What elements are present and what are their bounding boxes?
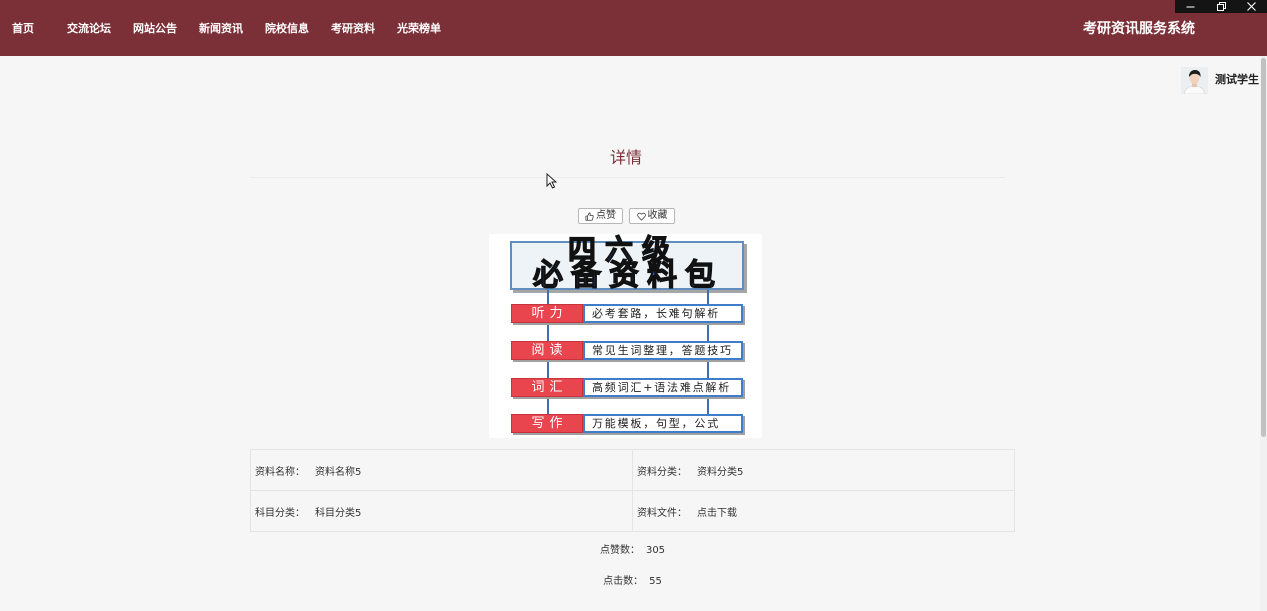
info-label: 资料名称： <box>255 466 305 478</box>
favorite-button[interactable]: 收藏 <box>629 208 675 224</box>
mouse-cursor-icon <box>546 173 557 189</box>
info-value: 资料名称5 <box>315 466 362 478</box>
info-label: 资料分类： <box>637 466 687 478</box>
poster-row: 写作 万能模板，句型，公式 <box>511 414 743 433</box>
user-name[interactable]: 测试学生 <box>1215 73 1259 86</box>
poster-row: 词汇 高频词汇+语法难点解析 <box>511 378 743 397</box>
poster-row-tag: 听力 <box>511 304 583 323</box>
like-label: 点赞 <box>596 210 616 221</box>
material-stats: 点赞数： 305 点击数： 55 <box>250 544 1015 606</box>
like-count-line: 点赞数： 305 <box>250 544 1015 575</box>
poster-row-text: 高频词汇+语法难点解析 <box>583 378 743 397</box>
poster-row-text: 常见生词整理，答题技巧 <box>583 341 743 360</box>
info-cell-material-category: 资料分类： 资料分类5 <box>633 450 1015 491</box>
material-cover-image: 四六级 必备资料包 听力 必考套路，长难句解析 阅读 常见生词整理，答题技巧 词… <box>489 234 762 438</box>
poster-row-tag: 写作 <box>511 414 583 433</box>
info-value: 资料分类5 <box>697 466 744 478</box>
info-value: 科目分类5 <box>315 507 362 519</box>
window-controls <box>1175 0 1267 13</box>
like-count-label: 点赞数： <box>599 545 640 556</box>
click-count-line: 点击数： 55 <box>250 575 1015 606</box>
poster-row-text: 必考套路，长难句解析 <box>583 304 743 323</box>
restore-icon <box>1216 2 1226 11</box>
info-cell-material-name: 资料名称： 资料名称5 <box>251 450 633 491</box>
nav-item-announcements[interactable]: 网站公告 <box>133 22 177 36</box>
click-count-value: 55 <box>649 576 662 587</box>
favorite-label: 收藏 <box>647 210 668 221</box>
site-title: 考研资讯服务系统 <box>1083 21 1195 37</box>
nav-item-honor-list[interactable]: 光荣榜单 <box>397 22 441 36</box>
restore-button[interactable] <box>1206 0 1236 13</box>
poster-row-text: 万能模板，句型，公式 <box>583 414 743 433</box>
nav-item-forum[interactable]: 交流论坛 <box>67 22 111 36</box>
main-nav: 首页 交流论坛 网站公告 新闻资讯 院校信息 考研资料 光荣榜单 <box>12 2 441 56</box>
thumbs-up-icon <box>585 212 594 221</box>
poster-row: 听力 必考套路，长难句解析 <box>511 304 743 323</box>
detail-actions: 点赞 收藏 <box>578 208 675 224</box>
table-row: 资料名称： 资料名称5 资料分类： 资料分类5 <box>251 450 1015 491</box>
poster-subheadline: 必备资料包 <box>532 258 723 293</box>
like-count-value: 305 <box>645 545 666 556</box>
avatar[interactable] <box>1181 67 1208 95</box>
info-label: 资料文件： <box>637 507 687 519</box>
poster-row-tag: 阅读 <box>511 341 583 360</box>
page-title: 详情 <box>609 148 642 167</box>
title-divider <box>250 177 1005 178</box>
close-button[interactable] <box>1236 0 1266 13</box>
click-count-label: 点击数： <box>603 576 644 587</box>
user-avatar-icon <box>1181 67 1208 95</box>
info-cell-subject-category: 科目分类： 科目分类5 <box>251 491 633 532</box>
scrollbar-thumb[interactable] <box>1261 58 1266 437</box>
heart-icon <box>636 212 646 221</box>
info-label: 科目分类： <box>255 507 305 519</box>
nav-item-home[interactable]: 首页 <box>12 22 34 36</box>
close-icon <box>1246 2 1256 11</box>
nav-item-schools[interactable]: 院校信息 <box>265 22 309 36</box>
info-cell-material-file: 资料文件： 点击下载 <box>633 491 1015 532</box>
nav-item-materials[interactable]: 考研资料 <box>331 22 375 36</box>
page-scrollbar[interactable] <box>1260 56 1267 611</box>
minimize-button[interactable] <box>1175 0 1205 13</box>
nav-item-news[interactable]: 新闻资讯 <box>199 22 243 36</box>
material-info-table: 资料名称： 资料名称5 资料分类： 资料分类5 科目分类： 科目分类5 资料文件… <box>250 449 1015 532</box>
poster-row-tag: 词汇 <box>511 378 583 397</box>
top-header: 首页 交流论坛 网站公告 新闻资讯 院校信息 考研资料 光荣榜单 考研资讯服务系… <box>0 0 1267 56</box>
minimize-icon <box>1186 6 1194 8</box>
like-button[interactable]: 点赞 <box>578 208 623 224</box>
download-link[interactable]: 点击下载 <box>697 504 737 519</box>
table-row: 科目分类： 科目分类5 资料文件： 点击下载 <box>251 491 1015 532</box>
poster-row: 阅读 常见生词整理，答题技巧 <box>511 341 743 360</box>
